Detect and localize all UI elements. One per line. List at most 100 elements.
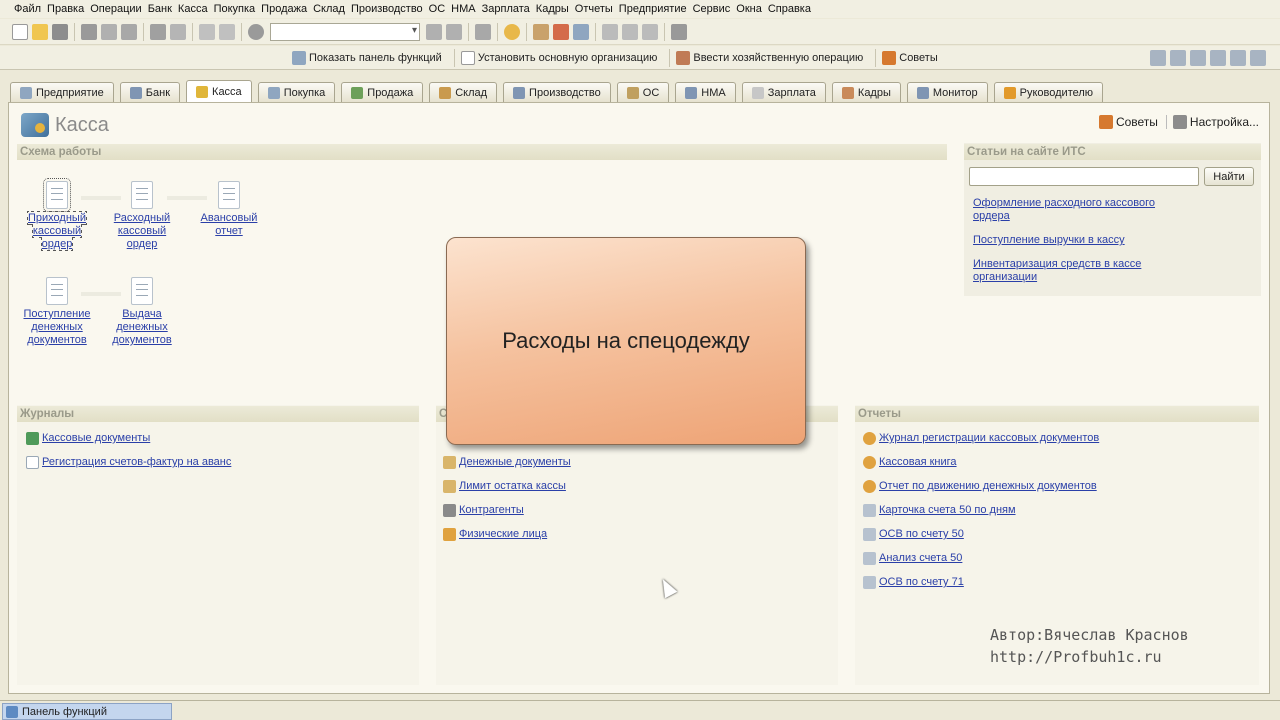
tab-monitor[interactable]: Монитор	[906, 82, 988, 102]
list-item-report[interactable]: ОСВ по счету 71	[863, 576, 964, 589]
show-panel-button[interactable]: Показать панель функций	[290, 50, 442, 65]
scheme-link-money-docs-issue[interactable]: Выдача денежных документов	[112, 308, 171, 346]
its-link-expense-order[interactable]: Оформление расходного кассового ордера	[973, 197, 1155, 223]
window-icon[interactable]	[475, 23, 491, 40]
tab-nma[interactable]: НМА	[675, 82, 736, 102]
its-link-revenue[interactable]: Поступление выручки в кассу	[973, 234, 1125, 247]
memory-plus-icon[interactable]	[622, 23, 638, 40]
menu-help[interactable]: Справка	[768, 3, 811, 15]
menu-hr[interactable]: Кадры	[536, 3, 569, 15]
scheme-advance-report[interactable]: Авансовый отчет	[194, 181, 264, 238]
copy-icon[interactable]	[101, 23, 117, 40]
menu-purchase[interactable]: Покупка	[214, 3, 256, 15]
list-item-cash-limit[interactable]: Лимит остатка кассы	[443, 480, 566, 493]
journal-link[interactable]: Кассовые документы	[42, 432, 150, 445]
tools-icon[interactable]	[671, 23, 687, 40]
tab-os[interactable]: ОС	[616, 82, 670, 102]
memory-m-icon[interactable]	[602, 23, 618, 40]
scheme-link-money-docs-receipt[interactable]: Поступление денежных документов	[23, 308, 90, 346]
tips-button[interactable]: Советы	[880, 50, 938, 65]
menu-reports[interactable]: Отчеты	[575, 3, 613, 15]
layout-icon[interactable]	[1150, 49, 1166, 66]
menu-windows[interactable]: Окна	[736, 3, 762, 15]
tab-bank[interactable]: Банк	[119, 82, 181, 102]
list-item-cash-docs[interactable]: Кассовые документы	[26, 432, 150, 445]
functions-panel-tab[interactable]: Панель функций	[2, 703, 172, 720]
tab-warehouse[interactable]: Склад	[429, 82, 498, 102]
report-link[interactable]: Анализ счета 50	[879, 552, 962, 565]
find-button[interactable]: Найти	[1204, 167, 1254, 186]
menu-sale[interactable]: Продажа	[261, 3, 307, 15]
menu-bank[interactable]: Банк	[148, 3, 172, 15]
list-item-report[interactable]: Кассовая книга	[863, 456, 957, 469]
search-prev-icon[interactable]	[446, 23, 462, 40]
list-item-invoice-registration[interactable]: Регистрация счетов-фактур на аванс	[26, 456, 231, 469]
list-item-report[interactable]: Анализ счета 50	[863, 552, 962, 565]
tab-cash[interactable]: Касса	[186, 80, 252, 102]
list-item-contractors[interactable]: Контрагенты	[443, 504, 524, 517]
search-next-icon[interactable]	[426, 23, 442, 40]
calculator-icon[interactable]	[533, 23, 549, 40]
find-icon[interactable]	[248, 23, 264, 40]
users-icon[interactable]	[573, 23, 589, 40]
undo-icon[interactable]	[199, 23, 215, 40]
new-icon[interactable]	[12, 23, 28, 40]
search-combo[interactable]	[270, 22, 420, 41]
scheme-link-advance-report[interactable]: Авансовый отчет	[201, 212, 258, 237]
list-icon[interactable]	[1230, 49, 1246, 66]
menu-warehouse[interactable]: Склад	[313, 3, 345, 15]
print-icon[interactable]	[150, 23, 166, 40]
menu-cash[interactable]: Касса	[178, 3, 208, 15]
export-icon[interactable]	[1250, 49, 1266, 66]
report-link[interactable]: Отчет по движению денежных документов	[879, 480, 1097, 493]
menu-production[interactable]: Производство	[351, 3, 423, 15]
list-item-report[interactable]: Карточка счета 50 по дням	[863, 504, 1016, 517]
tree-icon[interactable]	[1170, 49, 1186, 66]
tab-director[interactable]: Руководителю	[993, 82, 1104, 102]
list-item-report[interactable]: ОСВ по счету 50	[863, 528, 964, 541]
journal-link[interactable]: Регистрация счетов-фактур на аванс	[42, 456, 231, 469]
redo-icon[interactable]	[219, 23, 235, 40]
report-link[interactable]: Карточка счета 50 по дням	[879, 504, 1016, 517]
set-org-button[interactable]: Установить основную организацию	[459, 50, 657, 65]
tips-link[interactable]: Советы	[1116, 115, 1158, 129]
list-item-individuals[interactable]: Физические лица	[443, 528, 547, 541]
scheme-cash-expense-order[interactable]: Расходный кассовый ордер	[107, 181, 177, 251]
report-link[interactable]: Журнал регистрации кассовых документов	[879, 432, 1099, 445]
scheme-link-cash-expense[interactable]: Расходный кассовый ордер	[114, 212, 170, 250]
list-item-report[interactable]: Журнал регистрации кассовых документов	[863, 432, 1099, 445]
its-search-input[interactable]	[969, 167, 1199, 186]
menu-service[interactable]: Сервис	[693, 3, 731, 15]
menu-os[interactable]: ОС	[429, 3, 446, 15]
reference-link[interactable]: Лимит остатка кассы	[459, 480, 566, 493]
settings-link[interactable]: Настройка...	[1190, 115, 1259, 129]
user-icon[interactable]	[1190, 49, 1206, 66]
tab-sale[interactable]: Продажа	[341, 82, 424, 102]
save-icon[interactable]	[52, 23, 68, 40]
calendar-icon[interactable]	[553, 23, 569, 40]
scheme-money-docs-issue[interactable]: Выдача денежных документов	[107, 277, 177, 347]
reference-link[interactable]: Денежные документы	[459, 456, 571, 469]
scheme-money-docs-receipt[interactable]: Поступление денежных документов	[22, 277, 92, 347]
tab-hr[interactable]: Кадры	[831, 82, 901, 102]
paste-icon[interactable]	[121, 23, 137, 40]
cut-icon[interactable]	[81, 23, 97, 40]
list-item-report[interactable]: Отчет по движению денежных документов	[863, 480, 1097, 493]
memory-minus-icon[interactable]	[642, 23, 658, 40]
preview-icon[interactable]	[170, 23, 186, 40]
info-icon[interactable]	[504, 23, 520, 40]
menu-nma[interactable]: НМА	[451, 3, 475, 15]
report-link[interactable]: ОСВ по счету 71	[879, 576, 964, 589]
open-icon[interactable]	[32, 23, 48, 40]
menu-enterprise[interactable]: Предприятие	[619, 3, 687, 15]
its-link-inventory[interactable]: Инвентаризация средств в кассе организаци…	[973, 258, 1141, 284]
tab-production[interactable]: Производство	[503, 82, 611, 102]
list-item-money-docs[interactable]: Денежные документы	[443, 456, 571, 469]
menu-edit[interactable]: Правка	[47, 3, 84, 15]
tab-purchase[interactable]: Покупка	[257, 82, 336, 102]
enter-operation-button[interactable]: Ввести хозяйственную операцию	[674, 50, 863, 65]
tab-enterprise[interactable]: Предприятие	[10, 82, 114, 102]
menu-salary[interactable]: Зарплата	[482, 3, 530, 15]
report-link[interactable]: ОСВ по счету 50	[879, 528, 964, 541]
scheme-link-cash-receipt[interactable]: Приходный кассовый ордер	[27, 211, 87, 251]
